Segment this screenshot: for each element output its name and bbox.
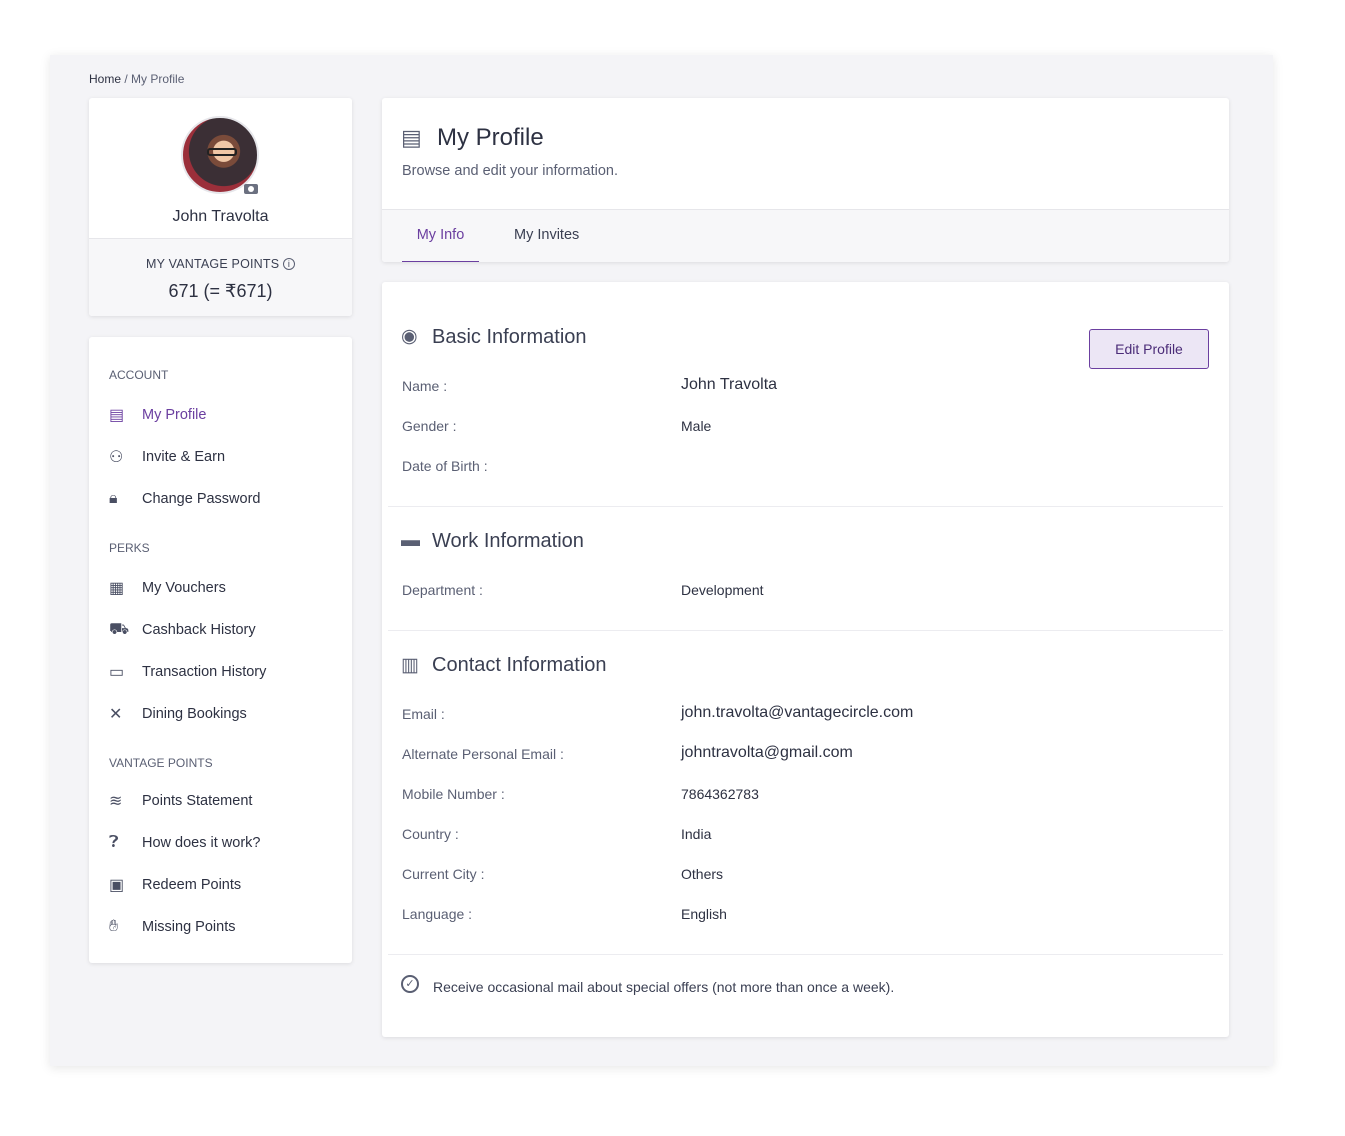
email-label: Email : xyxy=(402,706,445,722)
points-value: 671 (= ₹671) xyxy=(168,281,273,301)
mobile-label: Mobile Number : xyxy=(402,786,505,802)
divider xyxy=(388,630,1223,631)
tab-my-info[interactable]: My Info xyxy=(402,210,479,262)
language-label: Language : xyxy=(402,906,473,922)
profile-doc-icon: ▤ xyxy=(109,407,125,424)
sidebar-item-points-statement[interactable]: ≋ Points Statement xyxy=(109,789,252,813)
sidebar-nav: ACCOUNT ▤ My Profile ⚇ Invite & Earn 🔒︎ Cha… xyxy=(89,337,352,963)
department-value: Development xyxy=(681,582,764,598)
user-circle-icon: ◉ xyxy=(401,326,418,347)
user-card: John Travolta MY VANTAGE POINTS i 671 (=… xyxy=(89,98,352,316)
sidebar-item-how-it-works[interactable]: ❓︎ How does it work? xyxy=(109,831,260,855)
profile-header-card: ▤ My Profile Browse and edit your inform… xyxy=(382,98,1229,262)
voucher-icon: ▦ xyxy=(109,580,125,597)
sidebar-item-label: Cashback History xyxy=(142,622,256,638)
sidebar-item-label: Points Statement xyxy=(142,793,253,809)
nav-section-perks: PERKS xyxy=(109,541,150,555)
gender-value: Male xyxy=(681,418,712,434)
breadcrumb-home[interactable]: Home xyxy=(89,72,121,86)
sidebar-item-redeem-points[interactable]: ▣ Redeem Points xyxy=(109,873,241,897)
sidebar-item-transaction-history[interactable]: ▭ Transaction History xyxy=(109,660,266,684)
divider xyxy=(388,954,1223,955)
nav-section-account: ACCOUNT xyxy=(109,368,169,382)
briefcase-icon: ▬ xyxy=(401,530,420,551)
coins-icon: ≋ xyxy=(109,793,123,810)
fork-knife-icon: ✕ xyxy=(109,706,123,723)
tab-bar: My Info My Invites xyxy=(382,209,1229,262)
gift-icon: ▣ xyxy=(109,877,125,894)
gender-label: Gender : xyxy=(402,418,457,434)
work-info-title: Work Information xyxy=(432,530,584,552)
edit-profile-button[interactable]: Edit Profile xyxy=(1089,329,1209,369)
sidebar-item-label: Missing Points xyxy=(142,919,236,935)
sidebar-item-label: Redeem Points xyxy=(142,877,242,893)
breadcrumb-current: My Profile xyxy=(131,72,185,86)
profile-doc-icon: ▤ xyxy=(401,125,422,150)
sidebar-item-cashback-history[interactable]: ⛟ Cashback History xyxy=(109,618,256,642)
sidebar-item-missing-points[interactable]: ✋︎ Missing Points xyxy=(109,915,235,939)
sidebar-item-invite-earn[interactable]: ⚇ Invite & Earn xyxy=(109,445,225,469)
page-subtitle: Browse and edit your information. xyxy=(402,163,618,179)
department-label: Department : xyxy=(402,582,483,598)
sidebar-item-label: My Vouchers xyxy=(142,580,226,596)
email-value: john.travolta@vantagecircle.com xyxy=(681,704,914,721)
breadcrumb-separator: / xyxy=(121,72,132,86)
points-label-row: MY VANTAGE POINTS i xyxy=(89,257,352,271)
sidebar-item-label: Invite & Earn xyxy=(142,449,226,465)
alt-email-value: johntravolta@gmail.com xyxy=(681,744,853,761)
country-label: Country : xyxy=(402,826,459,842)
add-user-icon: ⚇ xyxy=(109,449,124,466)
contact-info-title: Contact Information xyxy=(432,654,607,676)
question-icon: ❓︎ xyxy=(109,834,119,851)
sidebar-item-label: Change Password xyxy=(142,491,261,507)
sidebar-item-my-vouchers[interactable]: ▦ My Vouchers xyxy=(109,576,226,600)
sidebar-item-change-password[interactable]: 🔒︎ Change Password xyxy=(109,487,261,511)
dob-label: Date of Birth : xyxy=(402,458,488,474)
sidebar-item-label: Transaction History xyxy=(142,664,267,680)
avatar[interactable] xyxy=(181,116,259,194)
city-label: Current City : xyxy=(402,866,485,882)
user-name: John Travolta xyxy=(172,208,269,225)
country-value: India xyxy=(681,826,712,842)
name-value: John Travolta xyxy=(681,376,778,393)
language-value: English xyxy=(681,906,727,922)
sidebar-item-my-profile[interactable]: ▤ My Profile xyxy=(109,403,206,427)
tab-my-invites[interactable]: My Invites xyxy=(514,210,579,262)
contact-book-icon: ▥ xyxy=(401,655,419,676)
subscription-text: Receive occasional mail about special of… xyxy=(433,979,895,995)
nav-section-vantage-points: VANTAGE POINTS xyxy=(109,756,213,770)
sidebar-item-label: Dining Bookings xyxy=(142,706,247,722)
avatar-glasses xyxy=(207,148,237,156)
basic-info-title: Basic Information xyxy=(432,326,587,348)
points-label: MY VANTAGE POINTS xyxy=(146,257,280,271)
hand-icon: ✋︎ xyxy=(109,918,119,935)
divider xyxy=(388,506,1223,507)
breadcrumb: Home / My Profile xyxy=(89,72,184,86)
sidebar-item-label: My Profile xyxy=(142,407,207,423)
cart-icon: ⛟ xyxy=(109,621,130,638)
check-circle-icon[interactable]: ✓ xyxy=(401,975,419,993)
camera-icon[interactable] xyxy=(244,184,258,194)
sidebar-item-label: How does it work? xyxy=(142,835,261,851)
points-box: MY VANTAGE POINTS i 671 (= ₹671) xyxy=(89,238,352,316)
mobile-value: 7864362783 xyxy=(681,786,759,802)
info-icon[interactable]: i xyxy=(282,258,295,270)
lock-icon: 🔒︎ xyxy=(109,490,118,507)
card-icon: ▭ xyxy=(109,664,125,681)
city-value: Others xyxy=(681,866,724,882)
sidebar-item-dining-bookings[interactable]: ✕ Dining Bookings xyxy=(109,702,247,726)
profile-info-card: ◉ Basic Information Edit Profile Name : … xyxy=(382,282,1229,1037)
page-title: My Profile xyxy=(437,124,544,151)
alt-email-label: Alternate Personal Email : xyxy=(402,746,564,762)
page-frame: Home / My Profile John Travolta MY VANTA… xyxy=(50,55,1273,1066)
name-label: Name : xyxy=(402,378,448,394)
